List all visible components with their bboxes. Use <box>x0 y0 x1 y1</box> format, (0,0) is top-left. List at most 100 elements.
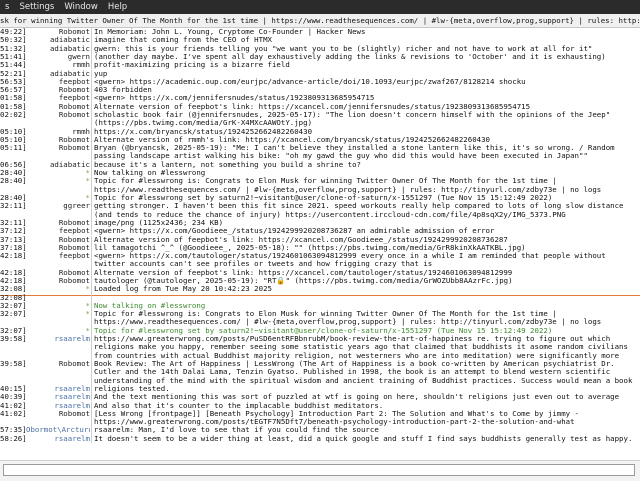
nickname[interactable]: Robomot <box>26 86 90 94</box>
nickname[interactable]: Robomot <box>26 269 90 277</box>
nickname[interactable]: feepbot <box>26 78 90 86</box>
timestamp: 32:08] <box>0 293 26 302</box>
column-divider <box>91 202 92 219</box>
log-row: 02:02] Robomot scholastic book fair (@jenn… <box>0 111 640 128</box>
nickname[interactable]: * <box>26 194 90 202</box>
channel-topic: sk for winning Twitter Owner Of The Mont… <box>0 14 640 28</box>
nickname[interactable]: feepbot <box>26 252 90 260</box>
nickname[interactable]: Robomot <box>26 236 90 244</box>
nickname[interactable]: rsaarelm <box>26 393 90 401</box>
timestamp: 56:53] <box>0 77 26 86</box>
nickname[interactable]: Robomot <box>26 244 90 252</box>
column-divider <box>91 111 92 128</box>
message-text: imagine that coming from the CEO of HTMX <box>94 36 272 45</box>
nickname[interactable]: Robomot <box>26 111 90 119</box>
menu-item-s[interactable]: s <box>0 2 14 12</box>
nickname[interactable]: rsaarelm <box>26 402 90 410</box>
column-divider <box>91 160 92 170</box>
column-divider <box>91 194 92 203</box>
message-text: gwern: this is your friends telling you … <box>94 44 593 53</box>
nickname[interactable]: Robomot <box>26 136 90 144</box>
timestamp: 01:58] <box>0 94 26 103</box>
log-row: 39:58] Robomot Book Review: The Art of Hap… <box>0 360 640 385</box>
log-row: 51:32] adiabatic gwern: this is your frien… <box>0 44 640 53</box>
nickname[interactable]: adiabatic <box>26 45 90 53</box>
nickname[interactable]: feepbot <box>26 94 90 102</box>
nickname[interactable]: * <box>26 310 90 318</box>
log-row: 37:13] Robomot Alternate version of feepbo… <box>0 235 640 244</box>
nickname[interactable]: Robomot <box>26 277 90 285</box>
nickname[interactable]: Robomot <box>26 410 90 418</box>
column-divider <box>91 393 92 402</box>
menu-item-settings[interactable]: Settings <box>14 2 59 12</box>
message-text: tautologer (@tautologer, 2025-05-19): "R… <box>94 277 513 285</box>
timestamp: 41:02] <box>0 409 26 418</box>
log-row: 39:58] rsaarelm https://www.greaterwrong.c… <box>0 335 640 360</box>
log-row: 05:11] Robomot Bryan (@bryancsk, 2025-05-1… <box>0 144 640 161</box>
message-text: Alternate version of feepbot's link: htt… <box>94 268 513 277</box>
nickname[interactable]: rmmh <box>26 128 90 136</box>
message-text: <gwern> https://x.com/jennifersnudes/sta… <box>94 94 375 103</box>
message-text: getting stronger. I haven't been this fi… <box>94 202 628 219</box>
nickname[interactable]: rsaarelm <box>26 435 90 443</box>
message-input[interactable] <box>3 464 635 476</box>
timestamp: 28:40] <box>0 177 26 186</box>
log-row: 51:41] gwern (another day maybe. I've spen… <box>0 52 640 62</box>
nickname[interactable]: rsaarelm <box>26 335 90 343</box>
timestamp: 40:15] <box>0 384 26 393</box>
timestamp: 06:56] <box>0 160 26 169</box>
nickname[interactable]: Robomot <box>26 219 90 227</box>
timestamp: 40:39] <box>0 393 26 402</box>
column-divider <box>91 69 92 78</box>
column-divider <box>91 86 92 95</box>
log-row: 37:12] feepbot <gwern> https://x.com/Goodi… <box>0 227 640 236</box>
column-divider <box>91 326 92 336</box>
log-row: 32:11] Robomot image/png (1125x2436; 234 K… <box>0 218 640 228</box>
nickname[interactable]: adiabatic <box>26 36 90 44</box>
nickname[interactable]: * <box>26 302 90 310</box>
nickname[interactable]: * <box>26 169 90 177</box>
message-text: (another day maybe. I've spent all day e… <box>94 52 606 61</box>
log-row: 28:40] * Topic for #lesswrong is: Congrats… <box>0 177 640 194</box>
log-row: 06:56] adiabatic because it's a lantern, n… <box>0 160 640 170</box>
nickname[interactable]: ggreer <box>26 202 90 210</box>
menu-item-window[interactable]: Window <box>59 2 103 12</box>
nickname[interactable]: adiabatic <box>26 70 90 78</box>
message-text: Loaded log from Tue May 20 10:42:23 2025 <box>94 285 272 294</box>
nickname[interactable]: Robomot <box>26 144 90 152</box>
timestamp: 32:11] <box>0 218 26 227</box>
log-row: 32:07] * Topic for #lesswrong is: Congrats… <box>0 310 640 327</box>
timestamp: 05:10] <box>0 135 26 144</box>
nickname[interactable]: Obormot\Arcturus <box>26 426 90 434</box>
column-divider <box>91 409 92 427</box>
timestamp: 57:35] <box>0 426 26 435</box>
message-text: rsaarelm: Man, I'd love to see that if y… <box>94 426 379 435</box>
timestamp: 32:07] <box>0 326 26 335</box>
nickname[interactable]: * <box>26 177 90 185</box>
nickname[interactable]: Robomot <box>26 28 90 36</box>
menu-item-help[interactable]: Help <box>103 2 132 12</box>
log-row: 50:32] adiabatic imagine that coming from … <box>0 36 640 45</box>
nickname[interactable]: adiabatic <box>26 161 90 169</box>
nickname[interactable]: rsaarelm <box>26 385 90 393</box>
nickname[interactable]: * <box>26 327 90 335</box>
column-divider <box>91 44 92 53</box>
nickname[interactable]: gwern <box>26 53 90 61</box>
timestamp: 42:18] <box>0 268 26 277</box>
timestamp: 28:40] <box>0 194 26 202</box>
message-text: yup <box>94 69 108 78</box>
nickname[interactable]: rmmh <box>26 61 90 69</box>
timestamp: 32:07] <box>0 310 26 319</box>
timestamp: 42:18] <box>0 277 26 285</box>
log-row: 42:18] Robomot Alternate version of feepbo… <box>0 268 640 277</box>
column-divider <box>91 293 92 302</box>
nickname[interactable]: Robomot <box>26 360 90 368</box>
nickname[interactable]: * <box>26 285 90 293</box>
log-row: 51:44] rmmh profit-maximizing pricing is a… <box>0 61 640 70</box>
message-text: <gwern> https://x.com/Goodieee_/status/1… <box>94 227 495 236</box>
column-divider <box>91 77 92 87</box>
nickname[interactable]: Robomot <box>26 103 90 111</box>
nickname[interactable]: feepbot <box>26 227 90 235</box>
chat-log[interactable]: 49:22] Robomot In Memoriam: John L. Young,… <box>0 28 640 458</box>
message-text: scholastic book fair (@jennifersnudes, 2… <box>94 111 615 128</box>
